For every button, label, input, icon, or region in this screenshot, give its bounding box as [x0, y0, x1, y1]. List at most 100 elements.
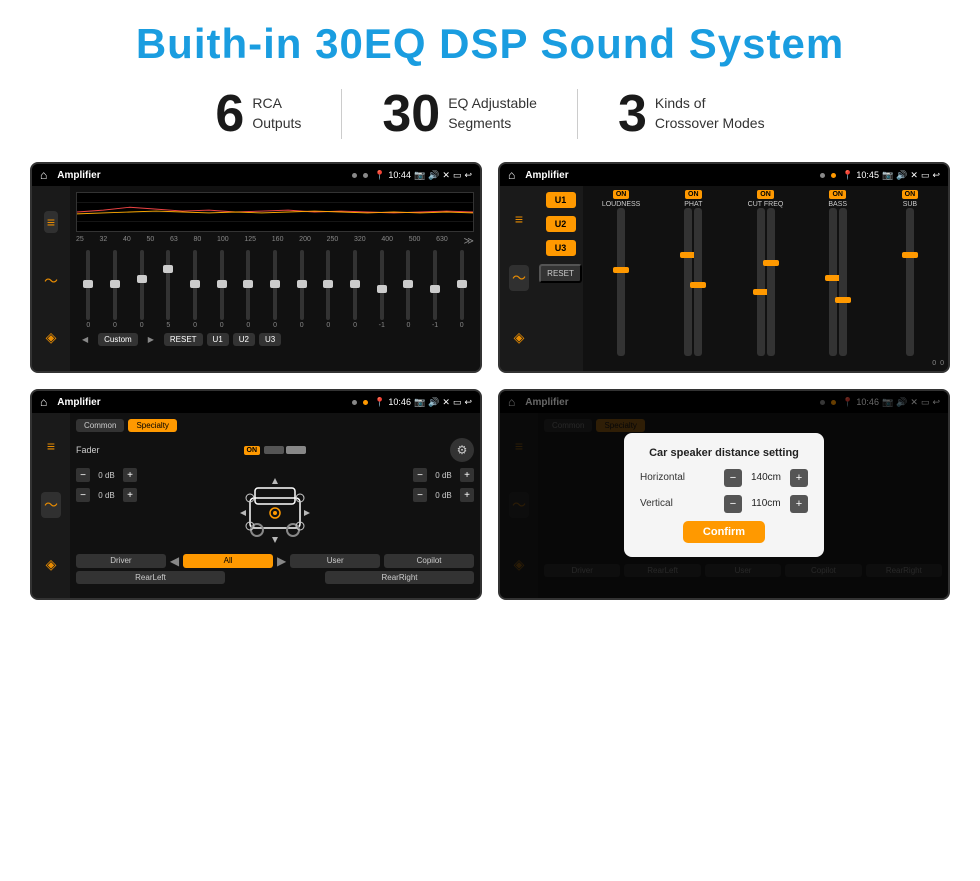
btn-rearright[interactable]: RearRight	[325, 571, 474, 584]
u1-btn[interactable]: U1	[546, 192, 576, 208]
stat-rca: 6 RCAOutputs	[175, 88, 341, 140]
volume-icon-2: 🔊	[896, 170, 907, 181]
vertical-plus-btn[interactable]: +	[790, 495, 808, 513]
eq-u3-btn[interactable]: U3	[259, 333, 281, 346]
horizontal-minus-btn[interactable]: −	[724, 469, 742, 487]
eq-slider-6[interactable]: 0	[236, 250, 261, 329]
eq-slider-0[interactable]: 0	[76, 250, 101, 329]
sub-slider-g[interactable]	[906, 208, 914, 356]
wifi-icon: ✕	[442, 170, 450, 181]
db-minus-0[interactable]: −	[76, 468, 90, 482]
crossover-wave-icon[interactable]: 〜	[509, 265, 529, 291]
btn-user[interactable]: User	[290, 554, 380, 568]
dialog-title: Car speaker distance setting	[640, 447, 808, 459]
eq-slider-8[interactable]: 0	[289, 250, 314, 329]
phat-slider-f[interactable]	[694, 208, 702, 356]
eq-slider-3[interactable]: 5	[156, 250, 181, 329]
fader-icon-1[interactable]: ≡	[47, 438, 55, 454]
wifi-icon-2: ✕	[910, 170, 918, 181]
eq-slider-13[interactable]: -1	[423, 250, 448, 329]
horizontal-control: − 140cm +	[724, 469, 808, 487]
eq-custom-btn[interactable]: Custom	[98, 333, 138, 346]
fader-on-badge[interactable]: ON	[244, 446, 261, 455]
eq-slider-2[interactable]: 0	[129, 250, 154, 329]
status-dot-3	[820, 173, 825, 178]
db-minus-1[interactable]: −	[76, 488, 90, 502]
eq-slider-14[interactable]: 0	[449, 250, 474, 329]
eq-slider-1[interactable]: 0	[103, 250, 128, 329]
cutfreq-slider-g[interactable]	[767, 208, 775, 356]
fader-icon-3[interactable]: ◈	[46, 556, 57, 573]
crossover-units: U1 U2 U3 RESET	[538, 186, 583, 371]
fader-status-icons: 📍 10:46 📷 🔊 ✕ ▭ ↩	[374, 397, 472, 408]
db-plus-1[interactable]: +	[123, 488, 137, 502]
db-plus-2[interactable]: +	[460, 468, 474, 482]
phat-label: PHAT	[684, 201, 702, 208]
fader-arrow-left[interactable]: ◀	[170, 554, 179, 568]
home-icon-2: ⌂	[508, 168, 515, 182]
back-icon-3: ↩	[464, 397, 472, 408]
status-dot-6	[363, 400, 368, 405]
phat-on-badge[interactable]: ON	[685, 190, 702, 199]
loudness-slider[interactable]	[617, 208, 625, 356]
db-minus-2[interactable]: −	[413, 468, 427, 482]
eq-slider-4[interactable]: 0	[183, 250, 208, 329]
phat-channel: ON PHAT	[659, 190, 727, 356]
crossover-app-title: Amplifier	[525, 170, 814, 181]
sub-channel: ON SUB	[876, 190, 944, 356]
crossover-speaker-icon[interactable]: ◈	[514, 329, 525, 346]
eq-u2-btn[interactable]: U2	[233, 333, 255, 346]
btn-all[interactable]: All	[183, 554, 273, 568]
u3-btn[interactable]: U3	[546, 240, 576, 256]
eq-slider-10[interactable]: 0	[343, 250, 368, 329]
db-row-2: − 0 dB +	[413, 468, 474, 482]
crossover-active-icon[interactable]: ≡	[515, 211, 523, 227]
loudness-on-badge[interactable]: ON	[613, 190, 630, 199]
eq-active-icon[interactable]: ≡	[44, 211, 58, 233]
eq-slider-5[interactable]: 0	[209, 250, 234, 329]
eq-arrows[interactable]: ≫	[464, 236, 474, 247]
fader-tab-specialty[interactable]: Specialty	[128, 419, 176, 432]
fader-arrow-right[interactable]: ▶	[277, 554, 286, 568]
vertical-minus-btn[interactable]: −	[724, 495, 742, 513]
eq-reset-btn[interactable]: RESET	[164, 333, 203, 346]
settings-icon[interactable]: ⚙	[450, 438, 474, 462]
eq-prev-btn[interactable]: ◀	[76, 333, 94, 346]
bass-slider-g[interactable]	[839, 208, 847, 356]
confirm-button[interactable]: Confirm	[683, 521, 765, 543]
crossover-reset-btn[interactable]: RESET	[539, 264, 582, 283]
fader-left-db: − 0 dB + − 0 dB +	[76, 468, 137, 548]
db-minus-3[interactable]: −	[413, 488, 427, 502]
eq-speaker-icon[interactable]: ◈	[46, 329, 57, 346]
cutfreq-slider-f[interactable]	[757, 208, 765, 356]
horizontal-plus-btn[interactable]: +	[790, 469, 808, 487]
eq-slider-12[interactable]: 0	[396, 250, 421, 329]
db-row-1: − 0 dB +	[76, 488, 137, 502]
fader-icon-2[interactable]: 〜	[41, 492, 61, 518]
sub-on-badge[interactable]: ON	[902, 190, 919, 199]
db-value-2: 0 dB	[431, 471, 456, 480]
vertical-value: 110cm	[746, 498, 786, 509]
eq-slider-11[interactable]: -1	[369, 250, 394, 329]
eq-slider-9[interactable]: 0	[316, 250, 341, 329]
eq-u1-btn[interactable]: U1	[207, 333, 229, 346]
fader-tab-common[interactable]: Common	[76, 419, 124, 432]
u2-btn[interactable]: U2	[546, 216, 576, 232]
cutfreq-on-badge[interactable]: ON	[757, 190, 774, 199]
db-plus-0[interactable]: +	[123, 468, 137, 482]
btn-driver[interactable]: Driver	[76, 554, 166, 568]
bass-slider-f[interactable]	[829, 208, 837, 356]
fader-main-panel: Common Specialty Fader ON ⚙	[70, 413, 480, 598]
db-plus-3[interactable]: +	[460, 488, 474, 502]
cutfreq-channel: ON CUT FREQ	[731, 190, 799, 356]
eq-play-btn[interactable]: ▶	[142, 333, 160, 346]
crossover-status-icons: 📍 10:45 📷 🔊 ✕ ▭ ↩	[842, 170, 940, 181]
btn-rearleft[interactable]: RearLeft	[76, 571, 225, 584]
fader-screen-content: ≡ 〜 ◈ Common Specialty Fader ON	[32, 413, 480, 598]
btn-copilot[interactable]: Copilot	[384, 554, 474, 568]
bass-on-badge[interactable]: ON	[829, 190, 846, 199]
status-dot-1	[352, 173, 357, 178]
eq-slider-7[interactable]: 0	[263, 250, 288, 329]
eq-wave-icon[interactable]: 〜	[44, 271, 58, 291]
eq-sliders[interactable]: 0 0 0 5	[76, 249, 474, 329]
